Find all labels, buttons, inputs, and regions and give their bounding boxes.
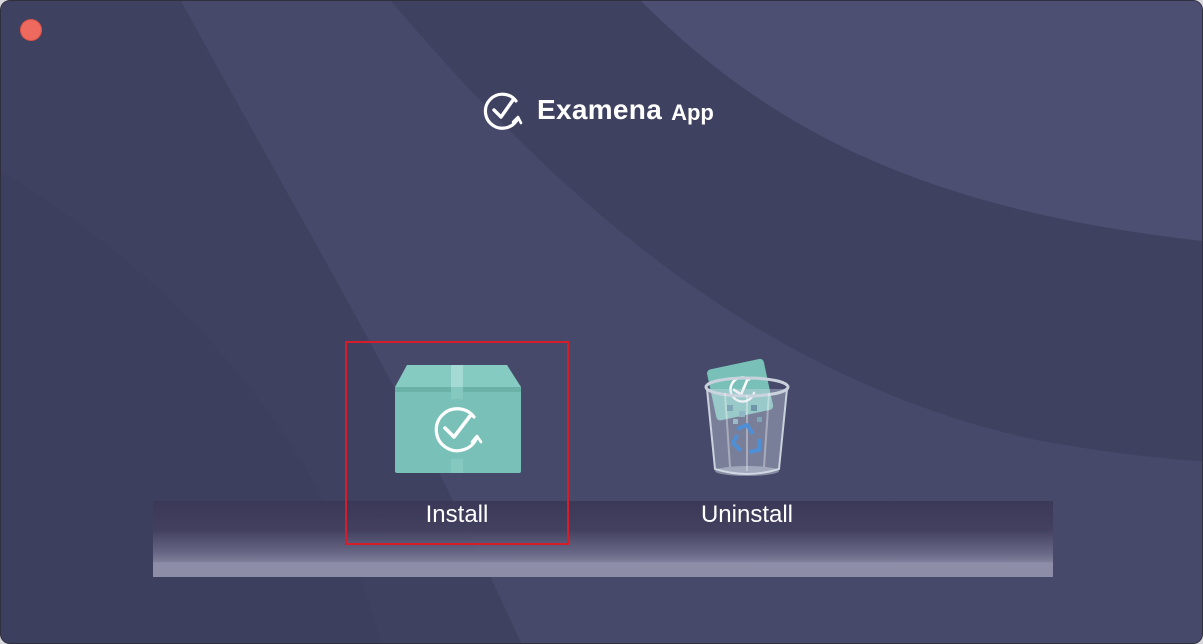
brand-name: Examena: [537, 94, 663, 125]
install-button[interactable]: Install: [345, 341, 569, 545]
close-button[interactable]: [20, 19, 42, 41]
check-circle-refresh-icon: [483, 92, 523, 130]
uninstall-label: Uninstall: [700, 501, 794, 528]
trash-bin-icon: [704, 359, 790, 476]
uninstall-button[interactable]: Uninstall: [635, 341, 859, 545]
brand-suffix: App: [671, 100, 714, 125]
package-box-icon: [395, 365, 521, 473]
installer-window: Examena App Install Uninstall: [0, 0, 1203, 644]
brand-logo: Examena App: [482, 89, 714, 131]
icon-shelf: [153, 501, 1053, 577]
install-label: Install: [425, 501, 489, 528]
